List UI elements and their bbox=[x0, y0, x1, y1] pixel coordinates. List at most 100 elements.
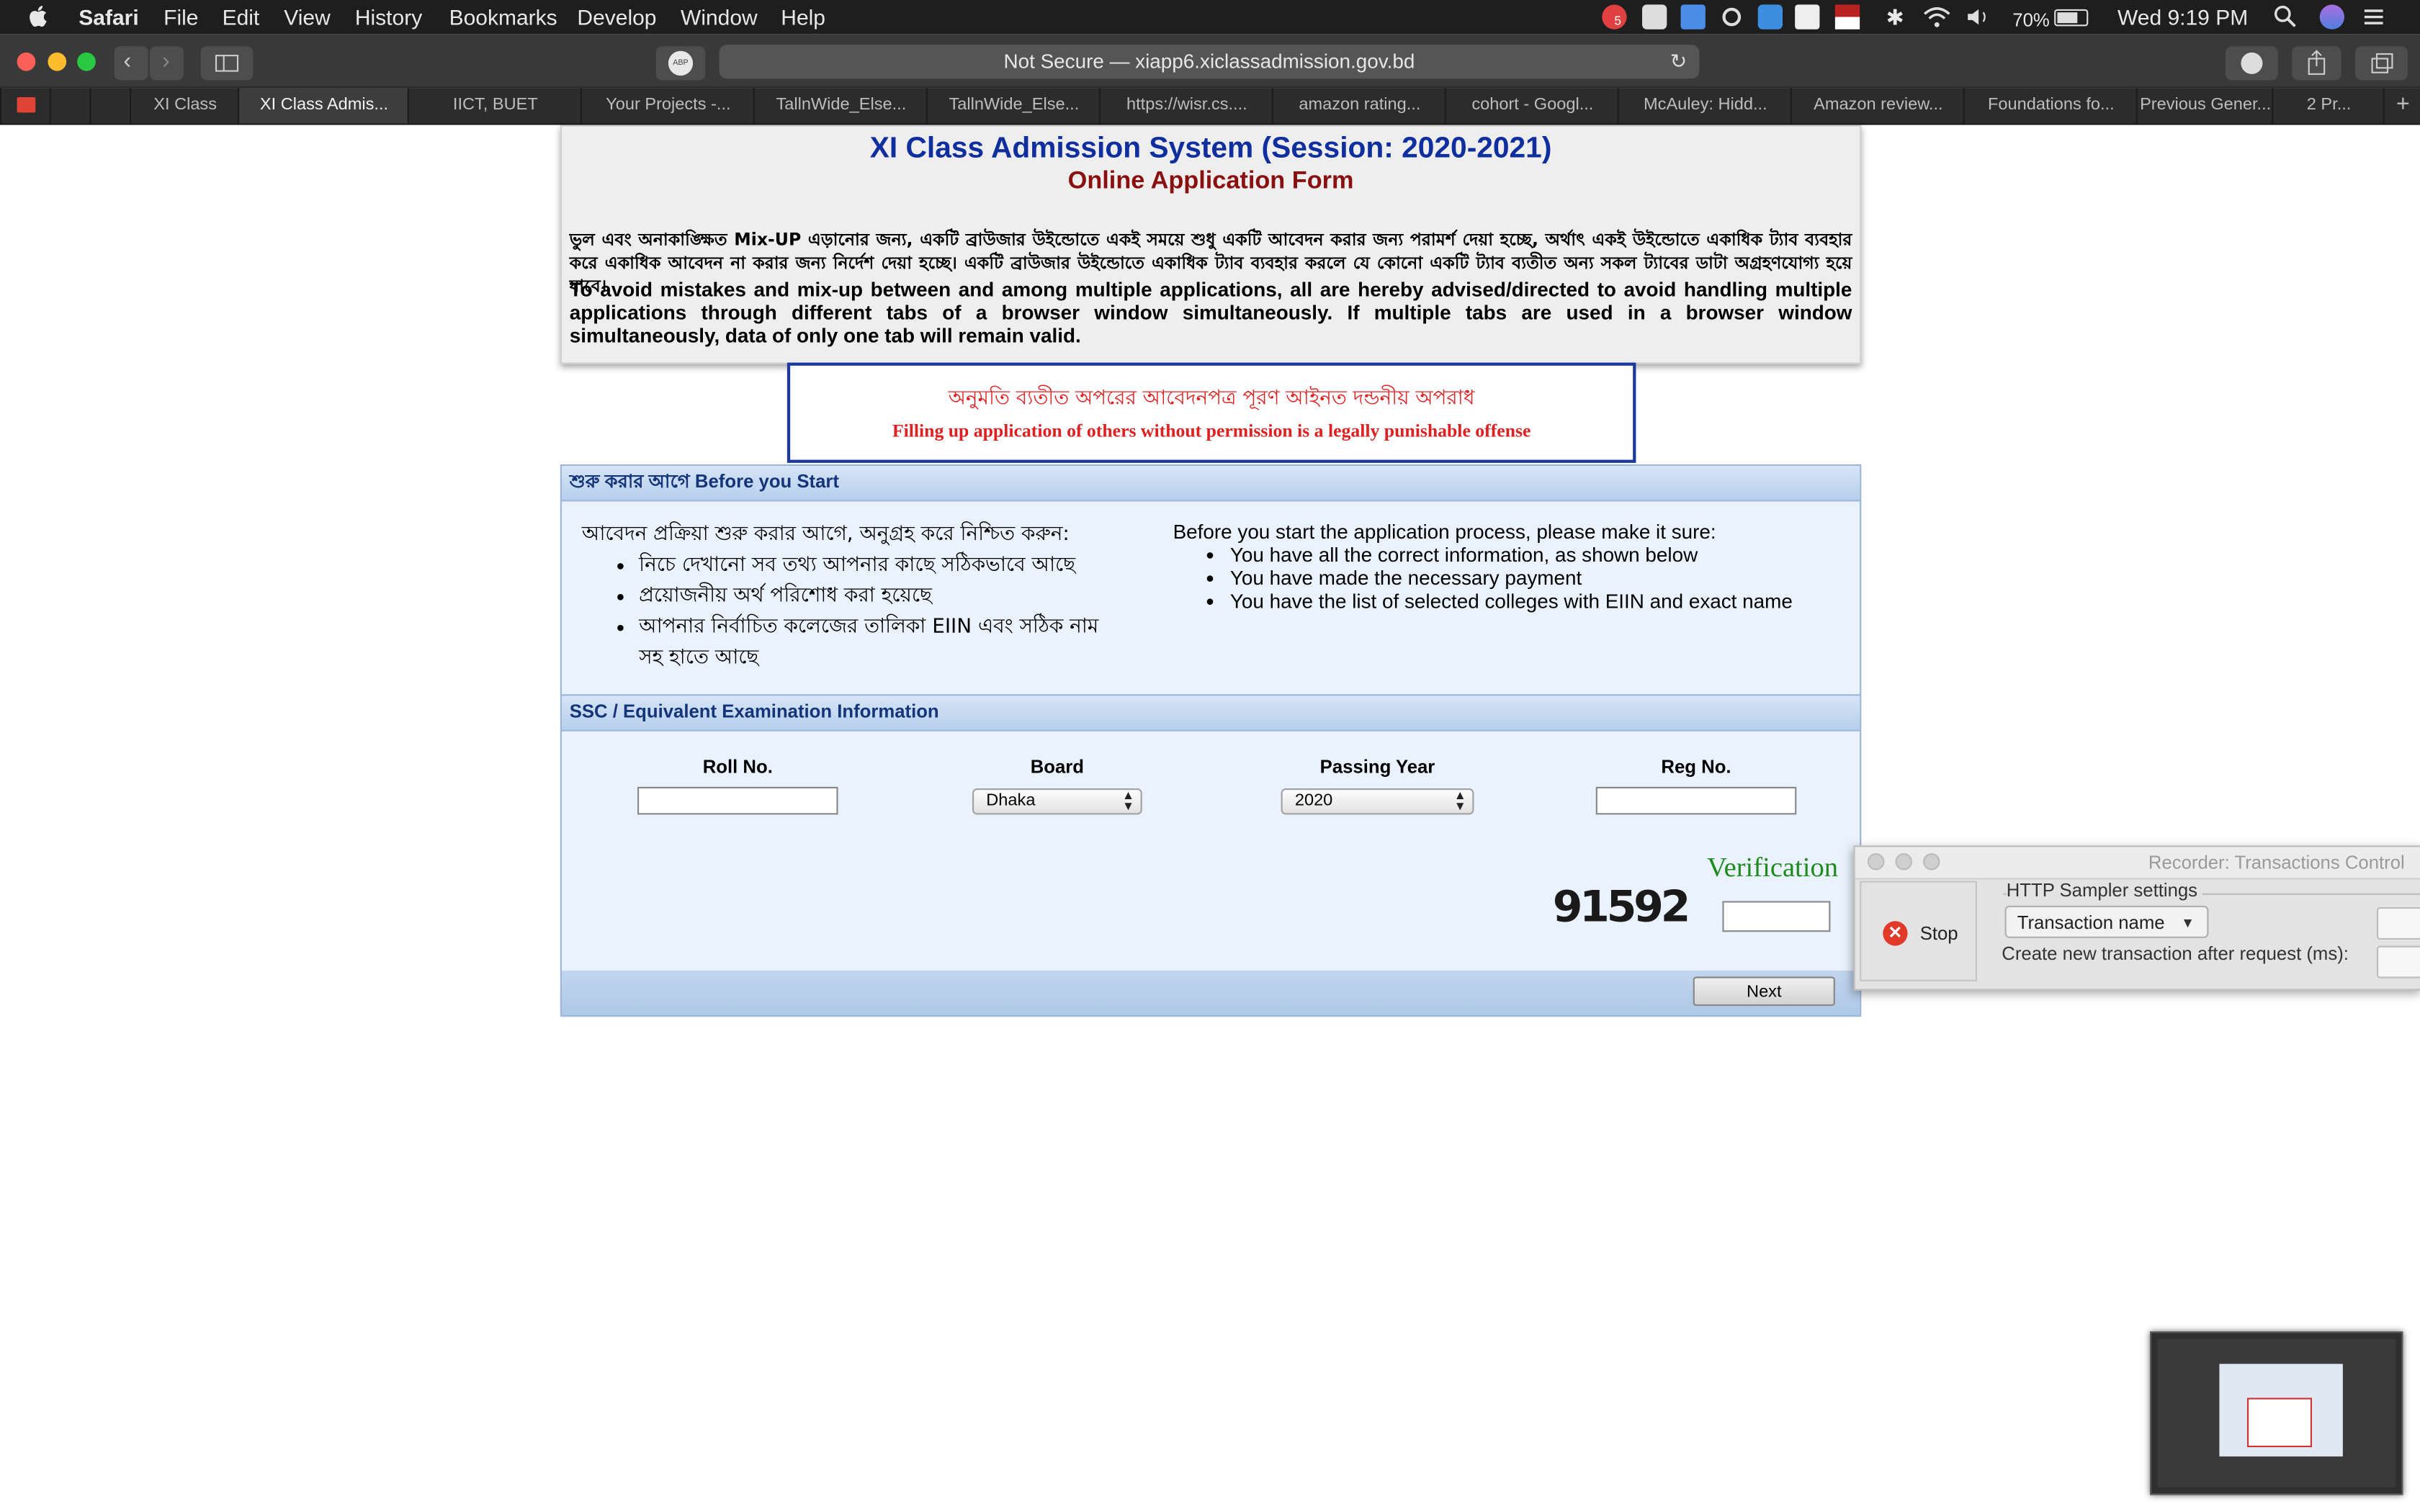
tab-item[interactable]: https://wisr.cs.... bbox=[1098, 88, 1273, 124]
legal-notice: অনুমতি ব্যতীত অপরের আবেদনপত্র পূরণ আইনত … bbox=[786, 362, 1636, 463]
sidebar-icon bbox=[215, 55, 239, 72]
bluetooth-icon[interactable]: ✱ bbox=[1886, 3, 1904, 31]
apple-icon[interactable] bbox=[28, 4, 48, 27]
pinned-tab-3[interactable] bbox=[89, 88, 131, 124]
pinned-tab-gmail[interactable] bbox=[0, 88, 51, 124]
english-checklist-intro: Before you start the application process… bbox=[1173, 520, 1716, 544]
roll-input[interactable] bbox=[637, 786, 838, 815]
input-flag-icon[interactable] bbox=[1834, 4, 1860, 30]
tabs-icon bbox=[2371, 53, 2393, 73]
passing-year-select[interactable]: 2020 ▲ ▼ bbox=[1281, 788, 1474, 815]
menu-view[interactable]: View bbox=[284, 3, 330, 31]
menu-develop[interactable]: Develop bbox=[577, 3, 656, 31]
list-item: প্রয়োজনীয় অর্থ পরিশোধ করা হয়েছে bbox=[639, 582, 1122, 613]
spotlight-search-icon[interactable] bbox=[2273, 4, 2296, 29]
tab-item[interactable]: Your Projects -... bbox=[580, 88, 755, 124]
menu-history[interactable]: History bbox=[355, 3, 422, 31]
menu-edit[interactable]: Edit bbox=[223, 3, 260, 31]
tab-item[interactable]: XI Class bbox=[130, 88, 239, 124]
before-start-heading-text: শুরু করার আগে Before you Start bbox=[569, 470, 839, 492]
chevron-down-icon: ▼ bbox=[2181, 914, 2195, 931]
screenshot-thumbnail[interactable] bbox=[2150, 1331, 2403, 1495]
bengali-checklist-intro: আবেদন প্রক্রিয়া শুরু করার আগে, অনুগ্রহ … bbox=[581, 523, 1070, 546]
passing-year-label: Passing Year bbox=[1319, 756, 1435, 778]
web-page: XI Class Admission System (Session: 2020… bbox=[0, 125, 2420, 1512]
siri-icon[interactable] bbox=[2319, 4, 2344, 30]
recorder-field-top[interactable] bbox=[2377, 907, 2420, 940]
page-title: XI Class Admission System (Session: 2020… bbox=[869, 132, 1552, 166]
notification-center-icon[interactable] bbox=[2362, 4, 2386, 29]
badge-count: 5 bbox=[1614, 14, 1621, 28]
form-footer: Next bbox=[562, 970, 1860, 1015]
menu-bookmarks[interactable]: Bookmarks bbox=[449, 3, 557, 31]
tab-item[interactable]: 2 Pr... bbox=[2272, 88, 2384, 124]
pinned-tab-2[interactable] bbox=[49, 88, 91, 124]
tab-item[interactable]: Previous Gener... bbox=[2136, 88, 2274, 124]
downloads-button[interactable] bbox=[2226, 46, 2278, 81]
next-button[interactable]: Next bbox=[1693, 976, 1835, 1007]
battery-icon[interactable] bbox=[2054, 9, 2089, 27]
new-tab-button[interactable]: + bbox=[2383, 88, 2420, 124]
tab-item[interactable]: amazon rating... bbox=[1271, 88, 1446, 124]
sync-icon[interactable] bbox=[1719, 4, 1744, 29]
transaction-name-select[interactable]: Transaction name ▼ bbox=[2004, 905, 2209, 938]
menu-window[interactable]: Window bbox=[681, 3, 758, 31]
recorder-zoom-button[interactable] bbox=[1923, 853, 1940, 870]
sidebar-toggle-button[interactable] bbox=[200, 46, 254, 81]
recorder-stop-button[interactable]: ✕ Stop bbox=[1860, 881, 1977, 981]
tab-item-active[interactable]: XI Class Admis... bbox=[238, 88, 409, 124]
ssc-heading-text: SSC / Equivalent Examination Information bbox=[569, 700, 939, 722]
stop-label: Stop bbox=[1919, 922, 1958, 945]
tab-item[interactable]: Amazon review... bbox=[1790, 88, 1965, 124]
tab-item[interactable]: TallnWide_Else... bbox=[926, 88, 1101, 124]
gmail-icon bbox=[17, 97, 36, 113]
share-icon bbox=[2308, 50, 2326, 75]
menu-bar: Safari File Edit View History Bookmarks … bbox=[0, 0, 2420, 35]
zoom-window-button[interactable] bbox=[77, 52, 96, 71]
volume-icon[interactable] bbox=[1965, 4, 1993, 29]
wifi-icon[interactable] bbox=[1922, 4, 1953, 29]
create-transaction-input[interactable] bbox=[2377, 945, 2420, 978]
zoom-icon[interactable] bbox=[1642, 4, 1667, 30]
ssc-heading: SSC / Equivalent Examination Information bbox=[562, 694, 1860, 732]
teamviewer-icon[interactable] bbox=[1757, 4, 1783, 30]
url-text: Not Secure — xiapp6.xiclassadmission.gov… bbox=[1003, 49, 1415, 73]
reg-input[interactable] bbox=[1595, 786, 1797, 815]
adblock-button[interactable]: ABP bbox=[655, 46, 706, 81]
download-status-icon[interactable] bbox=[1680, 4, 1706, 30]
list-item: You have all the correct information, as… bbox=[1230, 543, 1837, 566]
reload-icon[interactable]: ↻ bbox=[1670, 45, 1687, 78]
typinator-icon[interactable] bbox=[1795, 4, 1820, 30]
adblock-icon: ABP bbox=[668, 50, 694, 76]
recorder-close-button[interactable] bbox=[1867, 853, 1885, 870]
thumbnail-dialog bbox=[2247, 1398, 2312, 1447]
tab-item[interactable]: McAuley: Hidd... bbox=[1617, 88, 1792, 124]
menu-clock[interactable]: Wed 9:19 PM bbox=[2118, 3, 2248, 31]
tab-item[interactable]: Foundations fo... bbox=[1963, 88, 2138, 124]
list-item: আপনার নির্বাচিত কলেজের তালিকা EIIN এবং স… bbox=[639, 613, 1122, 675]
recorder-titlebar[interactable]: Recorder: Transactions Control bbox=[1855, 847, 2420, 880]
board-select[interactable]: Dhaka ▲ ▼ bbox=[972, 788, 1142, 815]
board-selected-value: Dhaka bbox=[986, 791, 1036, 810]
list-item: You have made the necessary payment bbox=[1230, 566, 1837, 589]
forward-button[interactable]: › bbox=[149, 46, 184, 81]
tab-item[interactable]: TallnWide_Else... bbox=[753, 88, 928, 124]
close-window-button[interactable] bbox=[17, 52, 36, 71]
notification-badge-icon[interactable]: 5 bbox=[1602, 4, 1627, 30]
bengali-checklist: আবেদন প্রক্রিয়া শুরু করার আগে, অনুগ্রহ … bbox=[582, 520, 1122, 674]
back-button[interactable]: ‹ bbox=[114, 46, 148, 81]
roll-label: Roll No. bbox=[702, 756, 773, 778]
tab-overview-button[interactable] bbox=[2355, 46, 2408, 81]
board-label: Board bbox=[1030, 756, 1084, 778]
menu-file[interactable]: File bbox=[163, 3, 198, 31]
tab-item[interactable]: cohort - Googl... bbox=[1444, 88, 1619, 124]
address-bar[interactable]: Not Secure — xiapp6.xiclassadmission.gov… bbox=[719, 45, 1700, 79]
minimize-window-button[interactable] bbox=[48, 52, 67, 71]
recorder-minimize-button[interactable] bbox=[1895, 853, 1912, 870]
tab-item[interactable]: IICT, BUET bbox=[407, 88, 582, 124]
verification-input[interactable] bbox=[1722, 901, 1831, 932]
share-button[interactable] bbox=[2292, 46, 2341, 81]
menu-app-name[interactable]: Safari bbox=[79, 3, 138, 31]
menu-help[interactable]: Help bbox=[781, 3, 825, 31]
page-header: XI Class Admission System (Session: 2020… bbox=[560, 125, 1862, 364]
